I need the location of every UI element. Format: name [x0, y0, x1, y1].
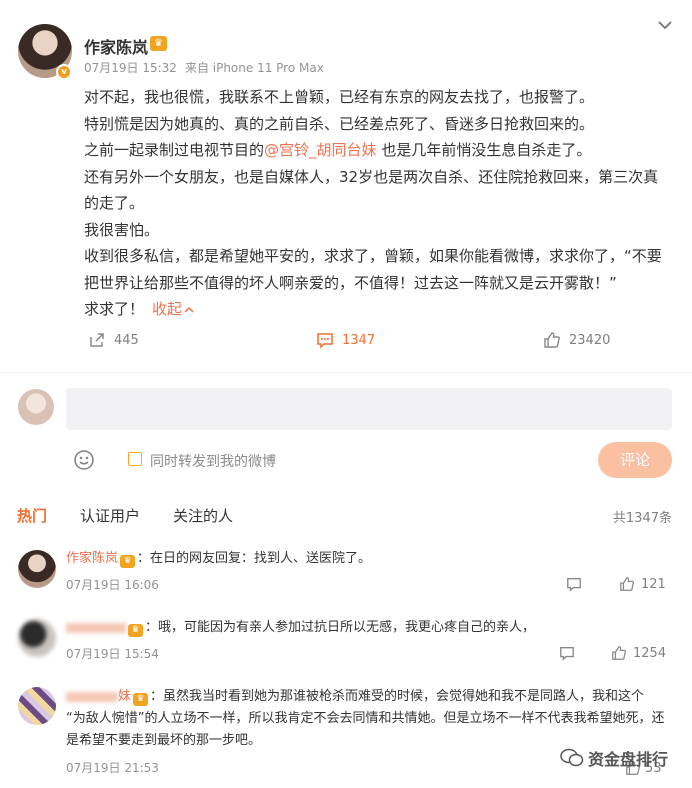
- like-count: 23420: [569, 332, 611, 348]
- post-line: 把世界让给那些不值得的坏人啊亲爱的，不值得！过去这一阵就又是云开雾散！”: [84, 273, 617, 292]
- comment-icon: [567, 578, 581, 592]
- reply-button[interactable]: [559, 645, 575, 661]
- comment-like-button[interactable]: 121: [619, 576, 666, 592]
- repost-icon: [90, 333, 104, 347]
- wechat-logo-icon: [560, 748, 584, 767]
- comment-icon: [317, 333, 333, 349]
- comment-date: 07月19日 15:54: [66, 647, 159, 661]
- tab-verified[interactable]: 认证用户: [80, 505, 140, 526]
- verified-badge-icon: v: [56, 64, 72, 80]
- commenter-name[interactable]: 作家陈岚: [66, 551, 118, 566]
- submit-comment-button[interactable]: 评论: [598, 442, 672, 478]
- comment-date: 07月19日 21:53: [66, 761, 159, 775]
- author-name[interactable]: 作家陈岚: [84, 34, 148, 58]
- comment-like-count: 1254: [633, 645, 667, 661]
- section-divider: [0, 372, 692, 373]
- repost-button[interactable]: 445: [88, 331, 139, 349]
- watermark: 资金盘排行: [560, 746, 668, 770]
- reply-button[interactable]: [566, 576, 582, 592]
- like-button[interactable]: 23420: [543, 331, 610, 349]
- tab-hot[interactable]: 热门: [17, 505, 47, 526]
- comment-text: ♛ ：哦，可能因为有亲人参加过抗日所以无感，我更心疼自己的亲人，: [66, 617, 672, 639]
- commenter-avatar[interactable]: [18, 619, 56, 657]
- vip-crown-icon: ♛: [150, 36, 167, 51]
- post-date[interactable]: 07月19日 15:32: [84, 61, 177, 75]
- comment-text: 作家陈岚 ♛ ：在日的网友回复：找到人、送医院了。: [66, 551, 372, 568]
- comment-like-button[interactable]: 1254: [611, 645, 666, 661]
- current-user-avatar: [18, 389, 54, 425]
- post-actions: 445 1347 23420: [0, 331, 692, 353]
- forward-checkbox[interactable]: [128, 452, 142, 466]
- watermark-text: 资金盘排行: [588, 750, 669, 769]
- post-line: 对不起，我也很慌，我联系不上曾颖，已经有东京的网友去找了，也报警了。: [84, 88, 595, 106]
- commenter-avatar[interactable]: [18, 550, 56, 588]
- forward-label[interactable]: 同时转发到我的微博: [150, 451, 276, 471]
- post-meta: 07月19日 15:32 来自 iPhone 11 Pro Max: [84, 59, 324, 76]
- comment-input[interactable]: [66, 388, 672, 430]
- repost-count: 445: [114, 332, 139, 348]
- thumbs-up-icon: [544, 332, 560, 348]
- emoji-icon[interactable]: [73, 449, 95, 471]
- post-line: 求求了！ 收起: [84, 296, 674, 323]
- post-line: 特别慌是因为她真的、真的之前自杀、已经差点死了、昏迷多日抢救回来的。: [84, 114, 595, 133]
- fold-link[interactable]: 收起: [152, 300, 194, 318]
- comment-count: 1347: [342, 332, 376, 348]
- post-line: 还有另外一个女朋友，也是自媒体人，32岁也是两次自杀、还住院抢救回来，第三次真: [84, 167, 659, 186]
- post-body: 对不起，我也很慌，我联系不上曾颖，已经有东京的网友去找了，也报警了。 特别慌是因…: [84, 84, 674, 323]
- vip-crown-icon: ♛: [120, 555, 136, 568]
- comment-like-count: 121: [641, 576, 666, 592]
- vip-crown-icon: ♛: [128, 624, 143, 637]
- post-line: 之前一起录制过电视节目的@宫铃_胡同台妹 也是几年前悄没生息自杀走了。: [84, 141, 592, 159]
- comment-date: 07月19日 16:06: [66, 578, 159, 592]
- comment-tabs: 热门 认证用户 关注的人 共1347条: [0, 505, 692, 527]
- commenter-avatar[interactable]: [18, 687, 56, 725]
- comment-total: 共1347条: [612, 511, 672, 526]
- commenter-name[interactable]: [66, 620, 126, 635]
- mention-link[interactable]: @宫铃_胡同台妹: [264, 141, 377, 159]
- chevron-up-icon: [184, 306, 194, 313]
- thumbs-up-icon: [612, 646, 627, 660]
- comment-button[interactable]: 1347: [316, 331, 375, 349]
- tab-following[interactable]: 关注的人: [173, 505, 233, 526]
- chevron-down-icon[interactable]: [656, 16, 674, 34]
- vip-crown-icon: ♛: [133, 693, 149, 706]
- post-line: 的走了。: [84, 194, 145, 212]
- comment-icon: [560, 647, 574, 661]
- post-line: 收到很多私信，都是希望她平安的，求求了，曾颖，如果你能看微博，求求你了，“不要: [84, 247, 662, 265]
- post-line: 我很害怕。: [84, 220, 160, 239]
- commenter-name[interactable]: 妹: [66, 689, 131, 704]
- thumbs-up-icon: [620, 577, 635, 591]
- post-source: 来自 iPhone 11 Pro Max: [184, 61, 324, 75]
- comment-text: 妹 ♛ ：虽然我当时看到她为那谁被枪杀而难受的时候，会觉得她和我不是同路人，我和这个…: [66, 689, 665, 748]
